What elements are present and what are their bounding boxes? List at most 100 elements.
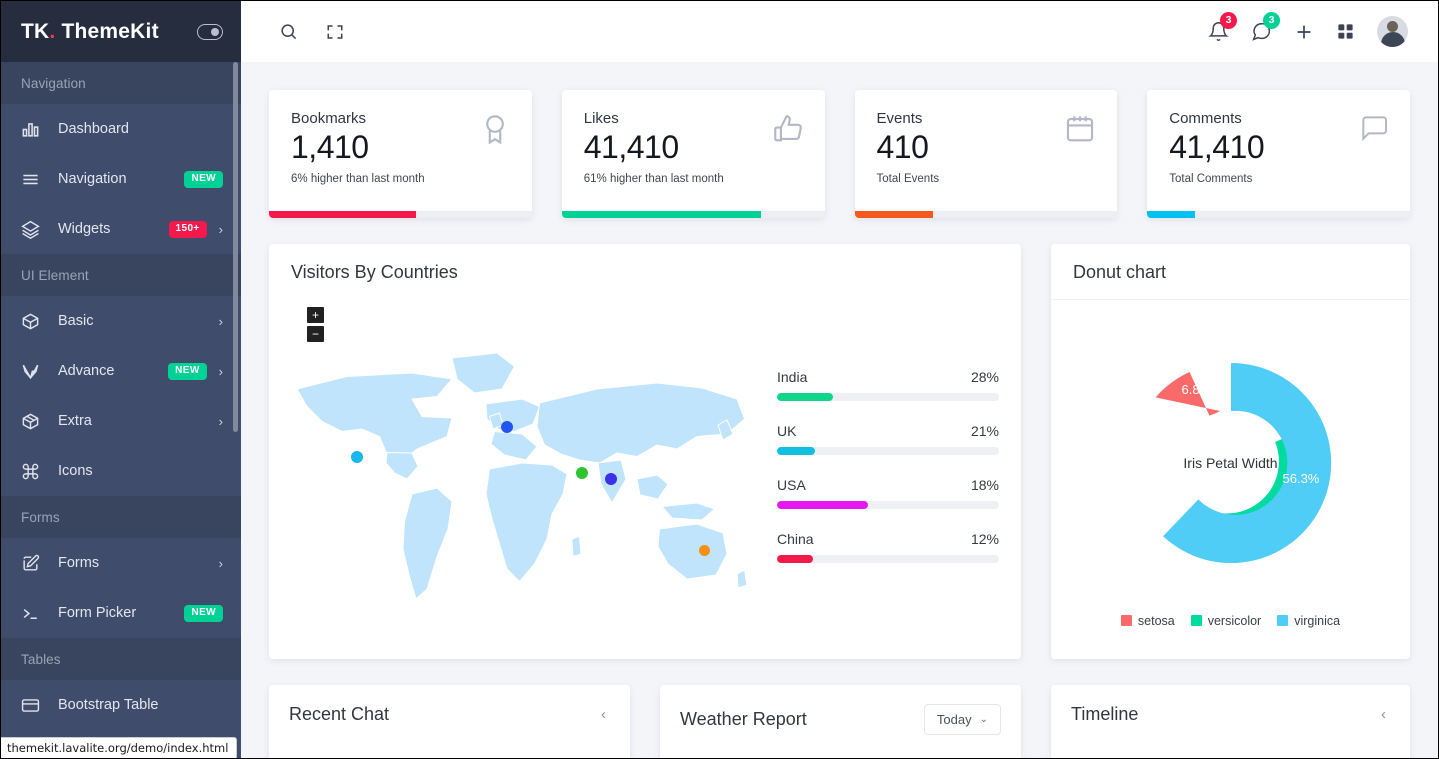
sidebar-nav: Navigation Dashboard Navigation NEW Widg… [1, 62, 241, 758]
sidebar: TK. ThemeKit Navigation Dashboard Naviga… [1, 1, 241, 758]
weather-report-card: Weather Report Today ⌄ [660, 685, 1021, 758]
sidebar-item-icons[interactable]: Icons [1, 446, 241, 496]
chevron-right-icon: › [218, 221, 223, 237]
legend-swatch-versicolor [1190, 615, 1202, 626]
legend-swatch-setosa [1120, 615, 1132, 626]
map-zoom-out-button[interactable]: − [307, 326, 324, 342]
sidebar-item-extra[interactable]: Extra › [1, 396, 241, 446]
sidebar-item-label: Basic [58, 313, 94, 329]
brand-logo[interactable]: TK. ThemeKit [21, 20, 159, 44]
legend-item-setosa[interactable]: setosa [1120, 614, 1175, 628]
sidebar-scrollbar[interactable] [233, 62, 238, 758]
chevron-down-icon: ⌄ [979, 714, 988, 725]
donut-chart-card: Donut chart Iris Petal Width 6.8% 36.9% … [1051, 244, 1410, 659]
country-name: India [777, 369, 808, 385]
country-progress-fill [777, 501, 869, 509]
marker-middle-east[interactable] [576, 467, 588, 479]
eye-toggle-icon[interactable] [197, 23, 223, 40]
stat-card-likes[interactable]: Likes 41,410 61% higher than last month [561, 90, 825, 218]
stat-card-comments[interactable]: Comments 41,410 Total Comments [1147, 90, 1410, 218]
map-zoom-in-button[interactable]: + [307, 307, 324, 323]
weather-period-dropdown[interactable]: Today ⌄ [923, 704, 1001, 735]
sidebar-item-label: Forms [58, 555, 100, 571]
weather-report-title: Weather Report [680, 709, 807, 729]
donut-card-header: Donut chart [1051, 244, 1410, 299]
award-icon [478, 112, 512, 151]
stat-card-events[interactable]: Events 410 Total Events [854, 90, 1118, 218]
country-name: USA [777, 477, 806, 493]
fullscreen-icon[interactable] [326, 23, 344, 41]
country-percent: 21% [970, 423, 999, 439]
legend-item-versicolor[interactable]: versicolor [1190, 613, 1262, 628]
bell-icon[interactable]: 3 [1208, 12, 1237, 42]
brand-dot: . [49, 19, 56, 43]
country-progress-track [777, 555, 999, 563]
donut-card-title: Donut chart [1073, 262, 1167, 282]
sidebar-badge-count: 150+ [168, 220, 207, 238]
box-icon [21, 310, 47, 332]
marker-india[interactable] [605, 473, 617, 485]
sidebar-item-form-picker[interactable]: Form Picker NEW [1, 588, 241, 638]
donut-chart-svg[interactable] [1106, 338, 1356, 588]
grid-apps-icon[interactable] [1336, 22, 1355, 41]
plus-icon[interactable] [1294, 22, 1314, 42]
country-name: China [777, 531, 814, 547]
sidebar-scrollbar-thumb[interactable] [233, 62, 238, 432]
visitors-card-title: Visitors By Countries [291, 262, 458, 282]
timeline-header: Timeline ‹ [1051, 685, 1410, 741]
stat-progress-fill [854, 211, 934, 218]
sidebar-item-navigation[interactable]: Navigation NEW [1, 154, 241, 204]
legend-label: versicolor [1207, 613, 1262, 628]
bar-chart-icon [21, 118, 47, 140]
marker-australia[interactable] [699, 545, 710, 556]
stat-progress-track [1147, 211, 1410, 218]
chevron-right-icon: › [218, 313, 223, 329]
credit-card-icon [21, 694, 47, 716]
chat-badge: 3 [1263, 12, 1280, 29]
marker-uk[interactable] [501, 421, 513, 433]
country-name: UK [777, 423, 797, 439]
country-progress-track [777, 393, 999, 401]
sidebar-item-basic[interactable]: Basic › [1, 296, 241, 346]
search-icon[interactable] [279, 22, 298, 41]
sidebar-item-dashboard[interactable]: Dashboard [1, 104, 241, 154]
calendar-icon [1063, 112, 1097, 151]
sidebar-item-advance[interactable]: Advance NEW › [1, 346, 241, 396]
country-percent: 28% [970, 369, 999, 385]
chevron-left-icon[interactable]: ‹ [1377, 706, 1390, 723]
avatar-body [1381, 32, 1405, 47]
world-map[interactable]: + − [287, 299, 777, 659]
brand-title: ThemeKit [61, 19, 159, 43]
sidebar-item-label: Dashboard [58, 121, 129, 137]
sidebar-item-forms[interactable]: Forms › [1, 538, 241, 588]
user-avatar[interactable] [1377, 16, 1408, 47]
sidebar-item-label: Form Picker [58, 605, 137, 621]
chevron-right-icon: › [218, 413, 223, 429]
stat-subtitle: Total Comments [1169, 172, 1253, 185]
stat-progress-track [561, 211, 825, 218]
visitors-card-header: Visitors By Countries [269, 244, 1021, 299]
stat-progress-track [854, 211, 1118, 218]
gitlab-icon [21, 360, 47, 382]
sidebar-group-forms-label: Forms [1, 496, 241, 538]
brand-prefix: TK [21, 19, 50, 43]
chat-icon[interactable]: 3 [1251, 12, 1280, 42]
country-progress-fill [777, 393, 833, 401]
country-progress-track [777, 501, 999, 509]
stat-card-bookmarks[interactable]: Bookmarks 1,410 6% higher than last mont… [269, 90, 532, 218]
thumbs-up-icon [771, 112, 805, 151]
marker-usa[interactable] [351, 451, 363, 463]
donut-legend: setosa versicolor virginica [1120, 613, 1340, 628]
recent-chat-title: Recent Chat [289, 704, 390, 724]
weather-report-header: Weather Report Today ⌄ [660, 685, 1021, 751]
country-progress-fill [777, 555, 813, 563]
country-stats-list: India 28% UK 21% USA 18% China 12% [777, 299, 999, 659]
visitors-by-countries-card: Visitors By Countries + − India 28% UK 2… [269, 244, 1021, 659]
chevron-left-icon[interactable]: ‹ [597, 706, 610, 723]
legend-item-virginica[interactable]: virginica [1277, 614, 1340, 628]
sidebar-item-widgets[interactable]: Widgets 150+ › [1, 204, 241, 254]
stat-progress-fill [1147, 211, 1195, 218]
stat-progress-track [269, 211, 532, 218]
map-zoom-controls: + − [307, 307, 324, 345]
sidebar-item-bootstrap-table[interactable]: Bootstrap Table [1, 680, 241, 730]
